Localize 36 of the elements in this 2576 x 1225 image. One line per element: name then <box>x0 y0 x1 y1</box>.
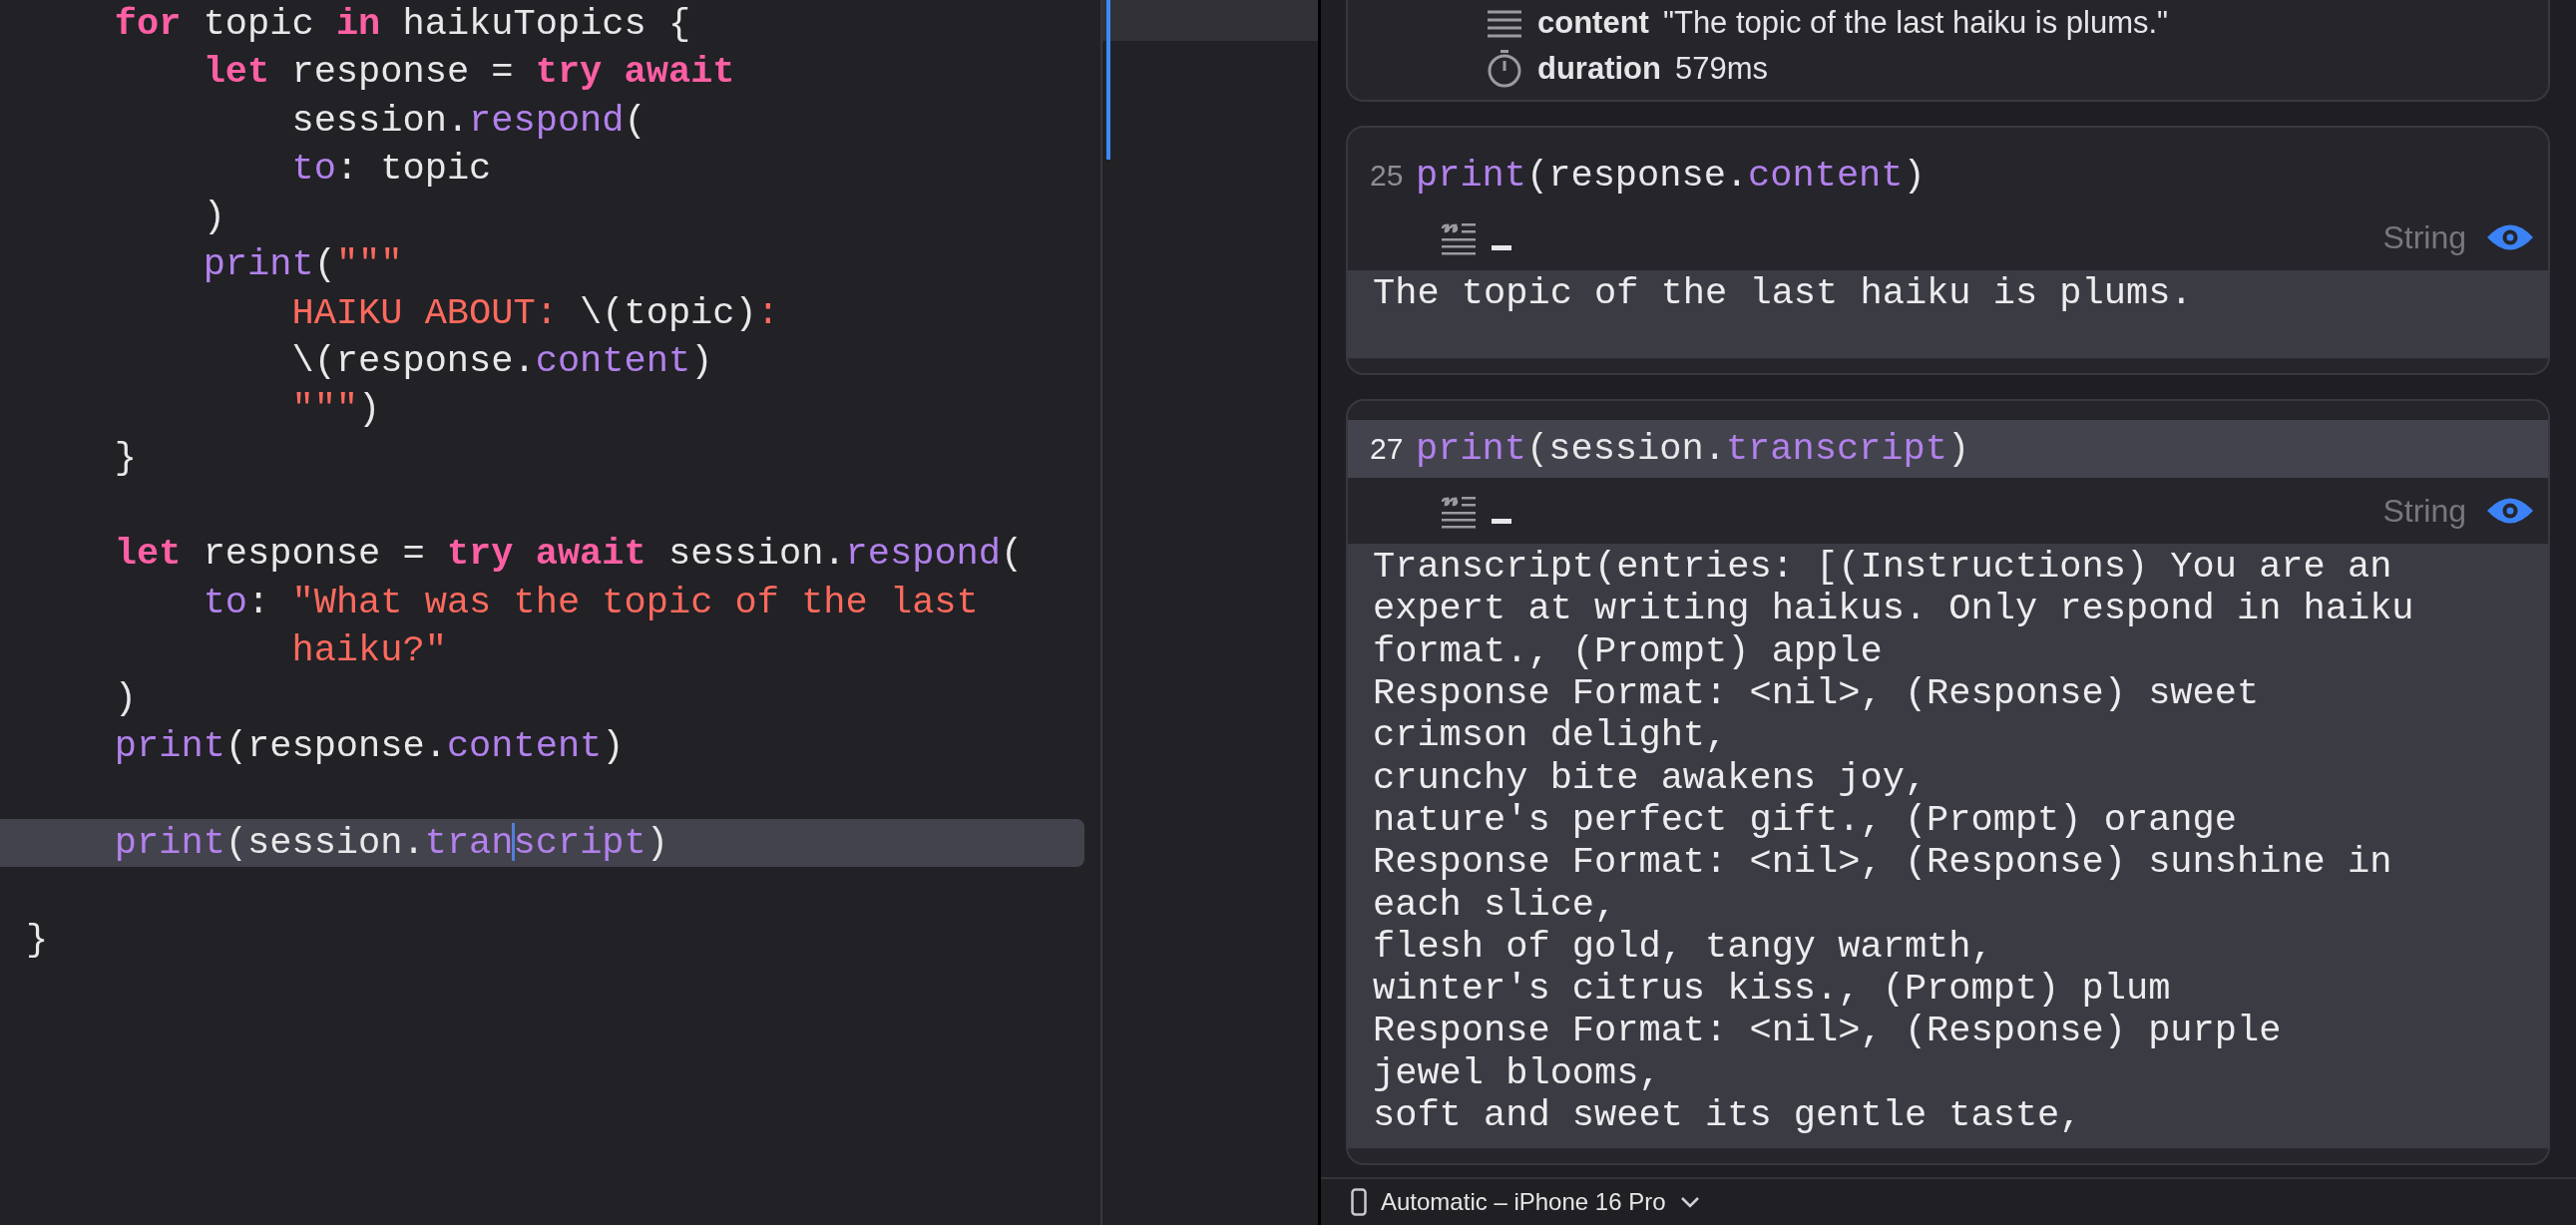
code-line: session.respond( <box>290 98 647 144</box>
code-line: } <box>25 917 50 963</box>
line-number: 25 <box>1370 159 1405 193</box>
cursor-mark <box>1492 518 1511 524</box>
code-line: print(response.content) <box>113 724 626 770</box>
type-label: String <box>2382 218 2466 256</box>
code-line: ) <box>113 676 139 722</box>
eye-icon[interactable] <box>2486 222 2534 252</box>
line-number: 27 <box>1370 432 1405 467</box>
chevron-down-icon[interactable] <box>1679 1195 1700 1209</box>
output-text: The topic of the last haiku is plums. <box>1348 270 2548 360</box>
code-line: to: "What was the topic of the last <box>202 580 980 625</box>
property-value: 579ms <box>1675 51 1769 87</box>
code-line: ) <box>202 195 226 240</box>
type-label: String <box>2382 492 2466 530</box>
code-line: print(""" <box>202 242 404 288</box>
code-line: \(response.content) <box>290 339 714 385</box>
code-line: haiku?" <box>290 627 448 673</box>
code-line: """) <box>290 387 382 433</box>
property-label: duration <box>1537 51 1661 87</box>
code-line: print(response.content) <box>1416 155 1926 197</box>
code-line: for topic in haikuTopics { <box>113 2 692 47</box>
text-lines-icon <box>1486 8 1523 38</box>
code-line: to: topic <box>290 146 493 192</box>
cursor-mark <box>1492 244 1511 250</box>
code-line: let response = try await session.respond( <box>113 532 1025 578</box>
code-line: print(session.transcript) <box>1416 428 1970 471</box>
code-line: HAIKU ABOUT: \(topic): <box>290 290 780 336</box>
property-label: content <box>1537 5 1649 41</box>
device-selector[interactable]: Automatic – iPhone 16 Pro <box>1381 1188 1666 1216</box>
output-text: Transcript(entries: [(Instructions) You are an expert at writing haikus. Only respond in haiku format., (Prompt) apple Response Format: <nil>, (Response) sweet crimson delight, crunchy bite awakens joy, nature's perfect gift., (Prompt) orange Response Format: <nil>, (Response) sunshine in each slice, flesh of gold, tangy warmth, winter's citrus kiss., (Prompt) plum Response Format: <nil>, (Response) purple jewel blooms, soft and sweet its gentle taste, <box>1348 544 2548 1150</box>
property-value: "The topic of the last haiku is plums." <box>1662 5 2169 41</box>
phone-icon[interactable] <box>1351 1188 1367 1216</box>
code-line: let response = try await <box>202 50 736 96</box>
stopwatch-icon <box>1486 49 1523 89</box>
code-line: } <box>113 435 139 481</box>
